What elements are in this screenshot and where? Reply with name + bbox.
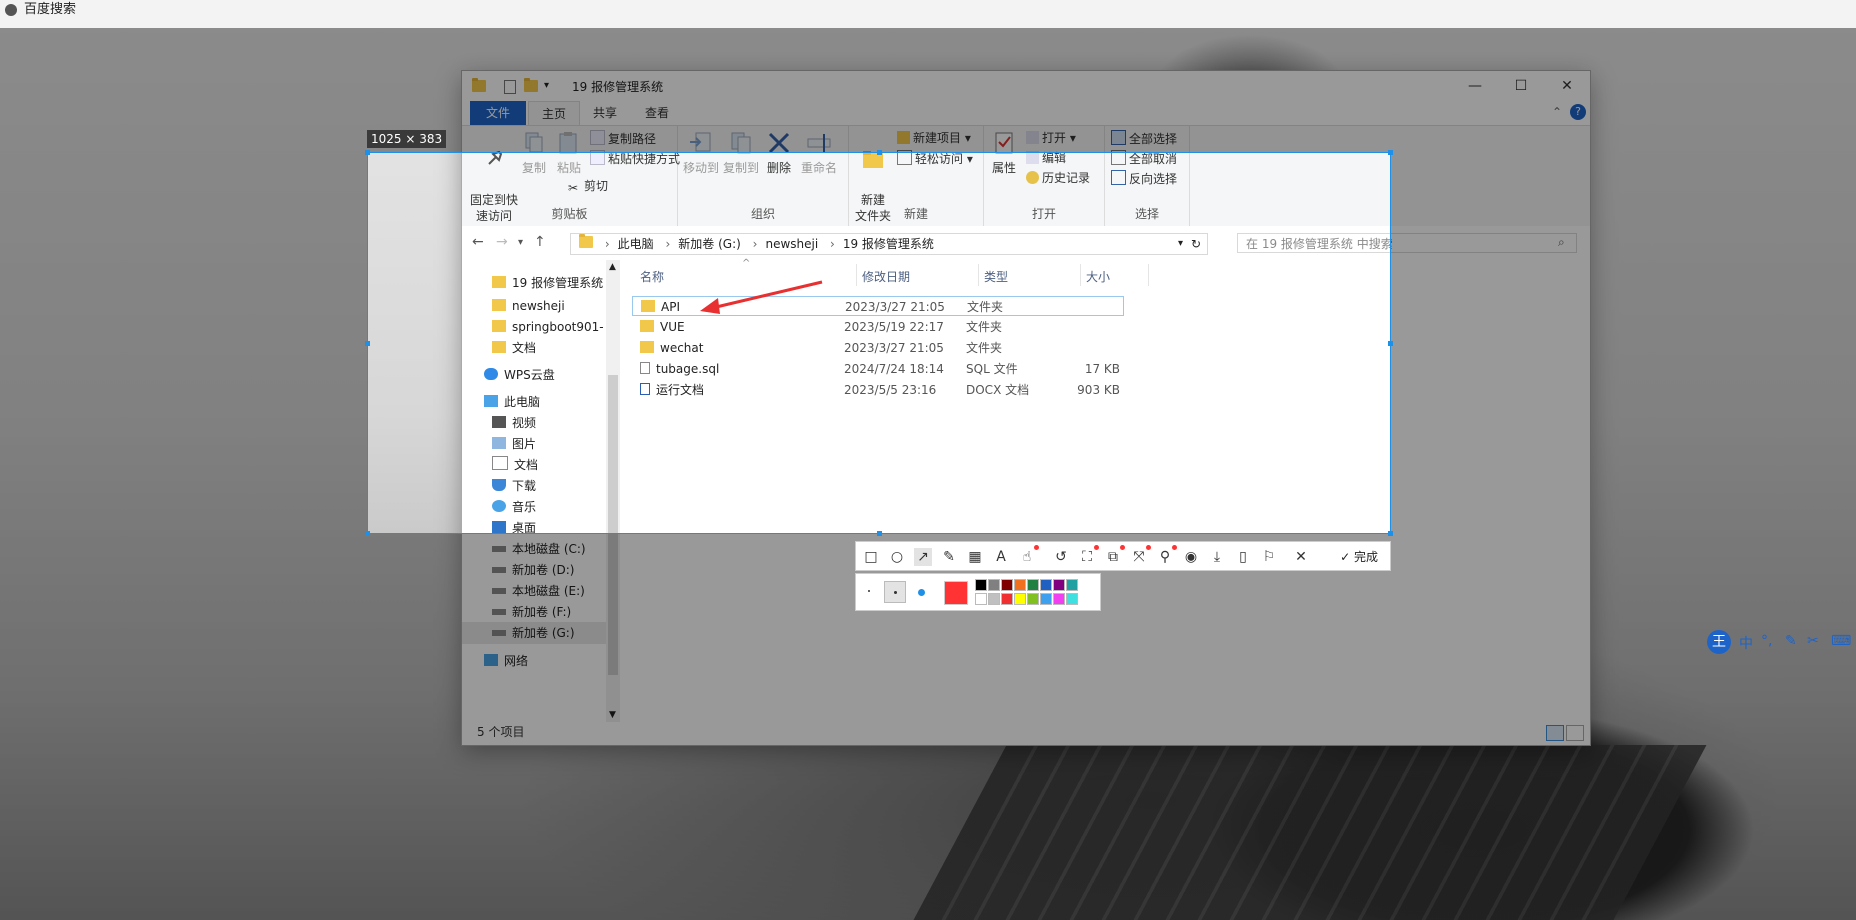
cancel-capture-icon[interactable]: ✕ bbox=[1292, 548, 1310, 566]
top-bar-title: 百度搜索 bbox=[24, 2, 77, 17]
capture-dim-left bbox=[0, 152, 367, 534]
color-swatch-top-4[interactable] bbox=[1027, 579, 1039, 591]
extract-icon[interactable]: ⤧ bbox=[1130, 545, 1151, 566]
resize-handle[interactable] bbox=[877, 150, 882, 155]
resize-handle[interactable] bbox=[1388, 531, 1393, 536]
ime-keyboard-icon[interactable]: ⌨ bbox=[1831, 633, 1851, 649]
color-swatch-top-1[interactable] bbox=[988, 579, 1000, 591]
brush-size-medium[interactable] bbox=[884, 581, 906, 603]
resize-handle[interactable] bbox=[877, 531, 882, 536]
ime-handwrite-icon[interactable]: ✎ bbox=[1785, 633, 1797, 649]
ellipse-tool-icon[interactable]: ○ bbox=[888, 548, 906, 566]
color-swatch-top-7[interactable] bbox=[1066, 579, 1078, 591]
color-swatch-bottom-2[interactable] bbox=[1001, 593, 1013, 605]
color-swatch-bottom-5[interactable] bbox=[1040, 593, 1052, 605]
ime-toolbar: 王 中 °, ✎ ✂ ⌨ bbox=[1707, 630, 1856, 656]
capture-dim-top bbox=[0, 28, 1856, 152]
done-button[interactable]: ✓ 完成 bbox=[1340, 548, 1378, 566]
ime-punctuation-icon[interactable]: °, bbox=[1761, 633, 1772, 649]
resize-handle[interactable] bbox=[1388, 341, 1393, 346]
resize-handle[interactable] bbox=[365, 531, 370, 536]
ime-tools-icon[interactable]: ✂ bbox=[1807, 633, 1819, 649]
color-swatch-bottom-6[interactable] bbox=[1053, 593, 1065, 605]
ime-language-toggle[interactable]: 中 bbox=[1739, 633, 1753, 653]
pin-to-screen-icon[interactable]: ⚲ bbox=[1156, 545, 1177, 566]
resize-handle[interactable] bbox=[365, 341, 370, 346]
color-swatch-bottom-4[interactable] bbox=[1027, 593, 1039, 605]
color-swatch-top-0[interactable] bbox=[975, 579, 987, 591]
color-swatch-top-2[interactable] bbox=[1001, 579, 1013, 591]
capture-dim-right bbox=[1391, 152, 1856, 534]
resize-handle[interactable] bbox=[365, 150, 370, 155]
phone-icon[interactable]: ▯ bbox=[1234, 548, 1252, 566]
color-swatch-top-3[interactable] bbox=[1014, 579, 1026, 591]
color-swatch-bottom-7[interactable] bbox=[1066, 593, 1078, 605]
resize-handle[interactable] bbox=[1388, 150, 1393, 155]
pen-tool-icon[interactable]: ✎ bbox=[940, 548, 958, 566]
color-swatch-top-5[interactable] bbox=[1040, 579, 1052, 591]
capture-toolbar: □ ○ ↗ ✎ ▦ A ☝ ↺ ⛶ ⧉ ⤧ ⚲ ◉ ⤓ ▯ ⚐ ✕ ✓ 完成 bbox=[855, 541, 1391, 571]
ime-logo[interactable]: 王 bbox=[1707, 630, 1731, 654]
color-swatch-bottom-3[interactable] bbox=[1014, 593, 1026, 605]
rectangle-tool-icon[interactable]: □ bbox=[862, 548, 880, 566]
undo-icon[interactable]: ↺ bbox=[1052, 548, 1070, 566]
capture-size-label: 1025 × 383 bbox=[367, 130, 447, 148]
color-palette bbox=[855, 573, 1101, 611]
color-swatch-top-6[interactable] bbox=[1053, 579, 1065, 591]
text-tool-icon[interactable]: A bbox=[992, 548, 1010, 566]
pointer-tool-icon[interactable]: ☝ bbox=[1018, 545, 1039, 566]
mosaic-tool-icon[interactable]: ▦ bbox=[966, 548, 984, 566]
save-download-icon[interactable]: ⤓ bbox=[1208, 548, 1226, 566]
done-label: 完成 bbox=[1353, 550, 1378, 564]
capture-selection[interactable] bbox=[365, 150, 1393, 536]
check-icon: ✓ bbox=[1340, 550, 1354, 564]
record-icon[interactable]: ◉ bbox=[1182, 548, 1200, 566]
top-bar: 百度搜索 bbox=[0, 0, 1856, 28]
browser-icon bbox=[5, 4, 17, 16]
ai-cutout-icon[interactable]: ⛶ bbox=[1078, 545, 1099, 566]
color-swatch-bottom-0[interactable] bbox=[975, 593, 987, 605]
arrow-tool-icon[interactable]: ↗ bbox=[914, 548, 932, 566]
translate-icon[interactable]: ⧉ bbox=[1104, 545, 1125, 566]
selected-color-swatch[interactable] bbox=[944, 581, 968, 605]
brush-size-small[interactable] bbox=[868, 590, 870, 592]
brush-size-large[interactable] bbox=[918, 589, 925, 596]
color-swatch-bottom-1[interactable] bbox=[988, 593, 1000, 605]
bookmark-icon[interactable]: ⚐ bbox=[1260, 548, 1278, 566]
